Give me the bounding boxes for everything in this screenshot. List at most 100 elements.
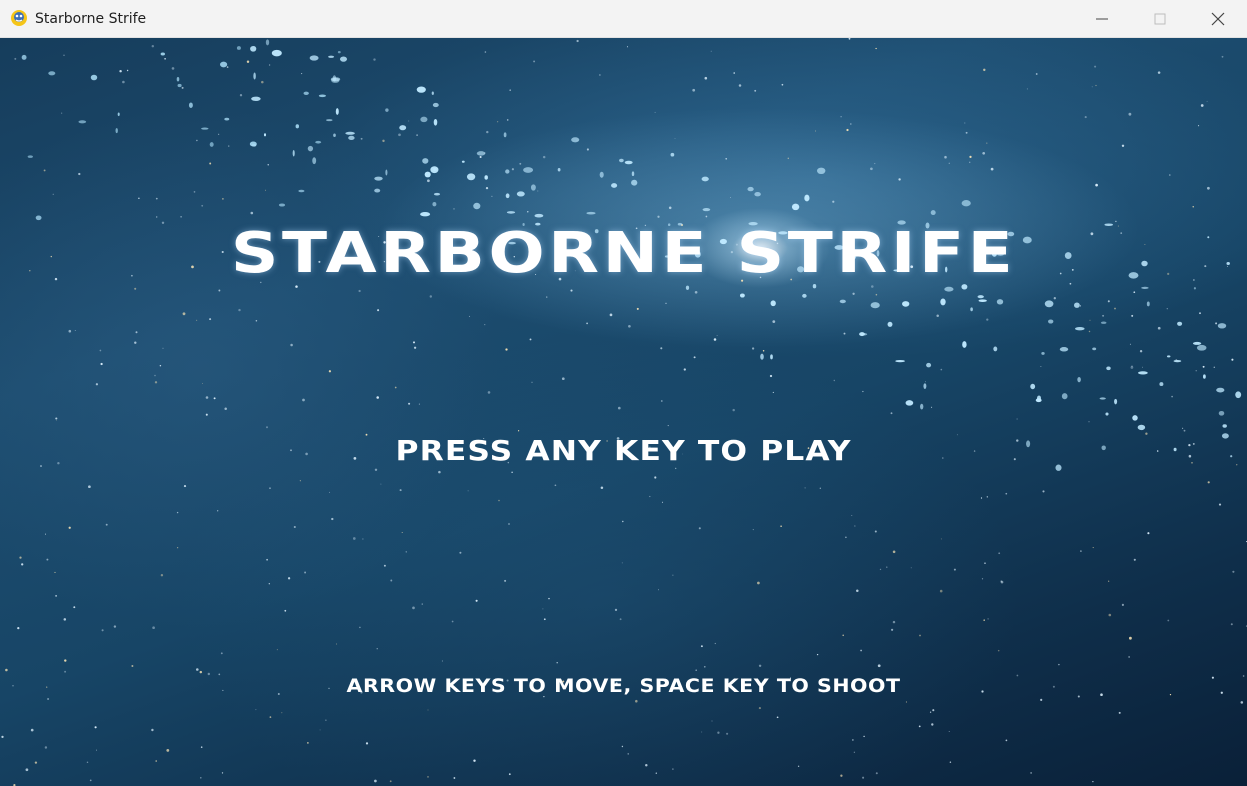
star-fleck <box>1177 321 1183 326</box>
maximize-button[interactable] <box>1131 0 1189 37</box>
star <box>453 208 455 210</box>
close-icon <box>1211 12 1225 26</box>
star <box>758 664 762 668</box>
star <box>617 406 621 410</box>
star <box>1053 297 1056 300</box>
star <box>879 568 882 571</box>
star <box>875 772 878 775</box>
star <box>438 470 441 474</box>
star-fleck <box>265 39 270 46</box>
star <box>754 89 757 92</box>
star <box>399 489 402 492</box>
star <box>628 324 631 328</box>
star <box>373 58 376 61</box>
star <box>703 665 706 668</box>
star <box>418 403 420 405</box>
star <box>86 761 89 764</box>
star <box>68 526 71 529</box>
star-fleck <box>1114 398 1118 405</box>
star <box>250 211 254 215</box>
star <box>622 520 624 523</box>
star <box>919 634 921 637</box>
star-fleck <box>27 155 33 158</box>
star-fleck <box>251 96 261 101</box>
star <box>815 130 817 132</box>
star-fleck <box>996 299 1004 305</box>
star-fleck <box>224 117 230 121</box>
star <box>732 408 735 412</box>
star <box>238 308 241 312</box>
star <box>390 579 393 582</box>
star <box>769 374 773 378</box>
star-fleck <box>374 176 383 181</box>
star <box>155 760 157 762</box>
star-fleck <box>1141 286 1149 289</box>
star <box>1183 429 1186 432</box>
star-fleck <box>631 179 638 186</box>
star <box>99 349 102 352</box>
game-canvas[interactable]: STARBORNE STRIFE PRESS ANY KEY TO PLAY A… <box>0 38 1247 786</box>
star-fleck <box>685 285 690 290</box>
star <box>181 86 184 89</box>
star <box>554 484 557 487</box>
star-fleck <box>420 212 431 217</box>
star-fleck <box>1074 302 1080 308</box>
minimize-button[interactable] <box>1073 0 1131 37</box>
star <box>485 186 489 190</box>
star <box>853 751 856 753</box>
star-fleck <box>1216 387 1225 393</box>
star-fleck <box>977 295 984 299</box>
star-fleck <box>701 176 709 182</box>
star <box>860 649 863 652</box>
star <box>408 402 411 405</box>
star <box>413 346 417 349</box>
star <box>1218 503 1222 506</box>
star <box>63 618 67 621</box>
title-bar[interactable]: Starborne Strife <box>0 0 1247 38</box>
star-fleck <box>802 293 807 298</box>
star <box>898 178 901 181</box>
star <box>134 287 137 290</box>
star <box>511 168 514 171</box>
star <box>1079 305 1082 307</box>
star <box>374 468 378 472</box>
star <box>166 749 170 752</box>
star-fleck <box>117 112 120 117</box>
star-fleck <box>804 194 810 202</box>
star <box>1107 300 1110 303</box>
star <box>1230 623 1233 626</box>
star <box>159 364 162 367</box>
star <box>846 128 849 132</box>
star <box>816 653 819 656</box>
star-fleck <box>1092 347 1097 351</box>
star <box>661 501 664 503</box>
star <box>675 467 677 470</box>
star <box>710 50 712 52</box>
star <box>531 381 533 383</box>
star <box>665 302 667 304</box>
star-fleck <box>599 171 604 178</box>
star-fleck <box>1059 347 1069 352</box>
star <box>162 347 164 349</box>
star <box>19 556 22 559</box>
star <box>511 471 513 473</box>
star <box>700 645 703 648</box>
star <box>380 483 382 485</box>
star <box>177 547 179 549</box>
star <box>205 396 209 399</box>
star <box>209 318 212 321</box>
star <box>63 54 65 57</box>
star <box>874 530 877 533</box>
star <box>88 485 91 489</box>
star <box>331 517 334 521</box>
star-fleck <box>534 213 544 218</box>
star <box>135 331 138 334</box>
star <box>17 626 20 630</box>
close-button[interactable] <box>1189 0 1247 37</box>
star <box>1000 580 1002 582</box>
star <box>281 712 283 714</box>
star <box>875 47 877 50</box>
star-fleck <box>506 211 516 214</box>
star-fleck <box>1132 415 1138 421</box>
star <box>64 659 67 662</box>
